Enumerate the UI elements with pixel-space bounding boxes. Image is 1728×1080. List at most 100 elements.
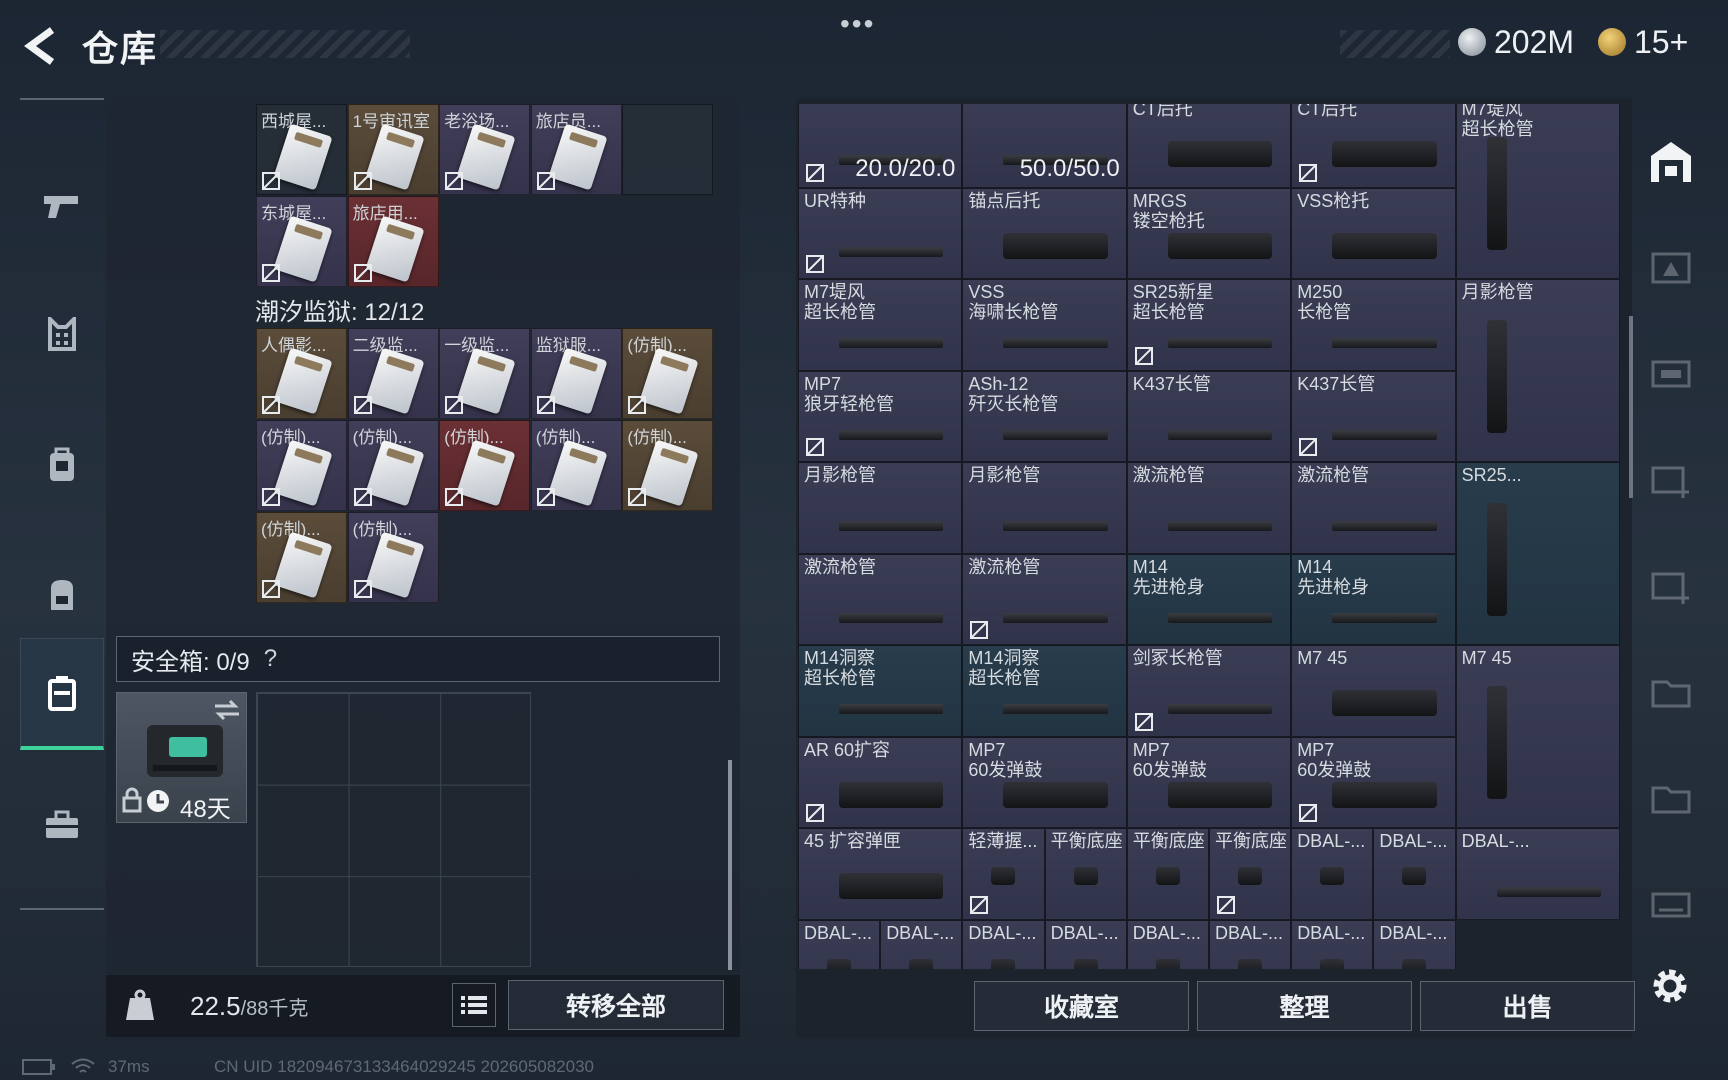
warehouse-item[interactable]: SR25...: [1455, 462, 1620, 645]
empty-slot[interactable]: [622, 104, 714, 195]
warehouse-item[interactable]: MP7 60发弹鼓: [962, 736, 1127, 828]
warehouse-item[interactable]: DBAL-...: [1455, 828, 1620, 920]
sort-button[interactable]: 整理: [1197, 981, 1412, 1031]
stash-cell[interactable]: 东城屋...: [256, 196, 347, 287]
warehouse-item[interactable]: M14洞察 超长枪管: [962, 645, 1127, 737]
collection-room-button[interactable]: 收藏室: [974, 981, 1189, 1031]
nav-armor[interactable]: [20, 280, 104, 390]
warehouse-item[interactable]: SR25新星 超长枪管: [1126, 279, 1292, 371]
sell-button[interactable]: 出售: [1420, 981, 1635, 1031]
stash-cell[interactable]: (仿制)...: [347, 420, 439, 511]
more-menu-button[interactable]: •••: [840, 8, 875, 40]
warehouse-item[interactable]: 激流枪管: [798, 553, 963, 645]
warehouse-item[interactable]: 锚点后托: [962, 187, 1127, 279]
stash-cell[interactable]: 监狱服...: [530, 328, 622, 419]
tab-iv-2[interactable]: [1640, 554, 1702, 618]
stash-cell[interactable]: 人偶影...: [256, 328, 347, 419]
stash-cell[interactable]: 旅店用...: [347, 196, 439, 287]
warehouse-item[interactable]: 45 扩容弹匣: [798, 828, 963, 920]
warehouse-item[interactable]: M14 先进枪身: [1126, 553, 1292, 645]
warehouse-item[interactable]: CT后托: [1291, 104, 1456, 188]
stash-cell[interactable]: (仿制)...: [439, 420, 531, 511]
nav-backpack[interactable]: [20, 540, 104, 650]
stash-cell[interactable]: 二级监...: [347, 328, 439, 419]
nav-vest[interactable]: [20, 410, 104, 520]
warehouse-item[interactable]: DBAL-...: [1044, 919, 1127, 969]
swap-icon[interactable]: [213, 699, 241, 721]
warehouse-item[interactable]: 激流枪管: [1126, 462, 1292, 554]
help-button[interactable]: ?: [264, 645, 277, 673]
transfer-all-button[interactable]: 转移全部: [508, 980, 724, 1030]
warehouse-item[interactable]: K437长管: [1291, 370, 1456, 462]
warehouse-item[interactable]: MP7 狼牙轻枪管: [798, 370, 963, 462]
stash-cell[interactable]: 旅店员...: [530, 104, 622, 195]
warehouse-item[interactable]: DBAL-...: [880, 919, 963, 969]
warehouse-item[interactable]: M7 45: [1455, 645, 1620, 828]
warehouse-item[interactable]: M14 先进枪身: [1291, 553, 1456, 645]
tab-iv-4[interactable]: [1640, 766, 1702, 830]
warehouse-item[interactable]: MP7 60发弹鼓: [1291, 736, 1456, 828]
warehouse-item[interactable]: VSS枪托: [1291, 187, 1456, 279]
warehouse-item[interactable]: M14洞察 超长枪管: [798, 645, 963, 737]
warehouse-item[interactable]: M7堤风 超长枪管: [1455, 104, 1620, 279]
tab-iv-3[interactable]: [1640, 660, 1702, 724]
warehouse-item[interactable]: 月影枪管: [798, 462, 963, 554]
warehouse-item[interactable]: 激流枪管: [1291, 462, 1456, 554]
stash-cell[interactable]: (仿制)...: [256, 420, 347, 511]
warehouse-item[interactable]: AR 60扩容: [798, 736, 963, 828]
tab-gti-1[interactable]: [1640, 236, 1702, 300]
stash-cell[interactable]: 一级监...: [439, 328, 531, 419]
nav-weapon[interactable]: [20, 150, 104, 260]
settings-gear-icon[interactable]: [1648, 964, 1692, 1008]
warehouse-item[interactable]: DBAL-...: [1373, 828, 1456, 920]
warehouse-item[interactable]: 月影枪管: [1455, 279, 1620, 462]
warehouse-item[interactable]: DBAL-...: [1291, 828, 1374, 920]
safebox-grid[interactable]: [256, 692, 531, 967]
warehouse-item[interactable]: VSS 海啸长枪管: [962, 279, 1127, 371]
tab-gti-3[interactable]: [1640, 872, 1702, 936]
warehouse-item[interactable]: ASh-12 歼灭长枪管: [962, 370, 1127, 462]
warehouse-item[interactable]: MRGS 镂空枪托: [1126, 187, 1292, 279]
warehouse-item[interactable]: 激流枪管: [962, 553, 1127, 645]
warehouse-item[interactable]: 剑冢长枪管: [1126, 645, 1292, 737]
warehouse-item[interactable]: M250 长枪管: [1291, 279, 1456, 371]
stash-cell[interactable]: (仿制)...: [622, 328, 714, 419]
warehouse-item[interactable]: UR特种: [798, 187, 963, 279]
warehouse-item[interactable]: 20.0/20.0: [798, 104, 963, 188]
nav-case[interactable]: [20, 770, 104, 880]
warehouse-item[interactable]: CT后托: [1126, 104, 1292, 188]
no-insurance-icon: [261, 171, 281, 191]
warehouse-item[interactable]: 月影枪管: [962, 462, 1127, 554]
warehouse-item[interactable]: 平衡底座: [1044, 828, 1127, 920]
stash-cell[interactable]: (仿制)...: [622, 420, 714, 511]
warehouse-item[interactable]: DBAL-...: [1209, 919, 1292, 969]
warehouse-item[interactable]: 平衡底座: [1209, 828, 1292, 920]
stash-cell[interactable]: (仿制)...: [256, 512, 347, 603]
warehouse-item[interactable]: DBAL-...: [1291, 919, 1374, 969]
list-view-button[interactable]: [452, 983, 496, 1027]
warehouse-item[interactable]: DBAL-...: [1373, 919, 1456, 969]
stash-cell[interactable]: 1号审讯室: [347, 104, 439, 195]
warehouse-item[interactable]: 50.0/50.0: [962, 104, 1127, 188]
warehouse-scrollbar[interactable]: [1629, 316, 1633, 498]
warehouse-item[interactable]: K437长管: [1126, 370, 1292, 462]
tab-gti-2[interactable]: [1640, 342, 1702, 406]
left-scrollbar[interactable]: [728, 760, 732, 970]
warehouse-item[interactable]: 轻薄握...: [962, 828, 1045, 920]
item-name: MP7 狼牙轻枪管: [804, 373, 894, 414]
warehouse-item[interactable]: DBAL-...: [962, 919, 1045, 969]
warehouse-item[interactable]: M7 45: [1291, 645, 1456, 737]
tab-warehouse[interactable]: [1640, 130, 1702, 194]
warehouse-item[interactable]: 平衡底座: [1126, 828, 1209, 920]
warehouse-item[interactable]: MP7 60发弹鼓: [1126, 736, 1292, 828]
stash-cell[interactable]: 老浴场...: [439, 104, 531, 195]
warehouse-item[interactable]: DBAL-...: [1126, 919, 1209, 969]
stash-cell[interactable]: 西城屋...: [256, 104, 347, 195]
warehouse-item[interactable]: M7堤风 超长枪管: [798, 279, 963, 371]
warehouse-item[interactable]: DBAL-...: [798, 919, 881, 969]
back-arrow-icon[interactable]: [20, 24, 64, 68]
nav-container[interactable]: [20, 638, 104, 750]
stash-cell[interactable]: (仿制)...: [530, 420, 622, 511]
tab-iv-1[interactable]: [1640, 448, 1702, 512]
stash-cell[interactable]: (仿制)...: [347, 512, 439, 603]
